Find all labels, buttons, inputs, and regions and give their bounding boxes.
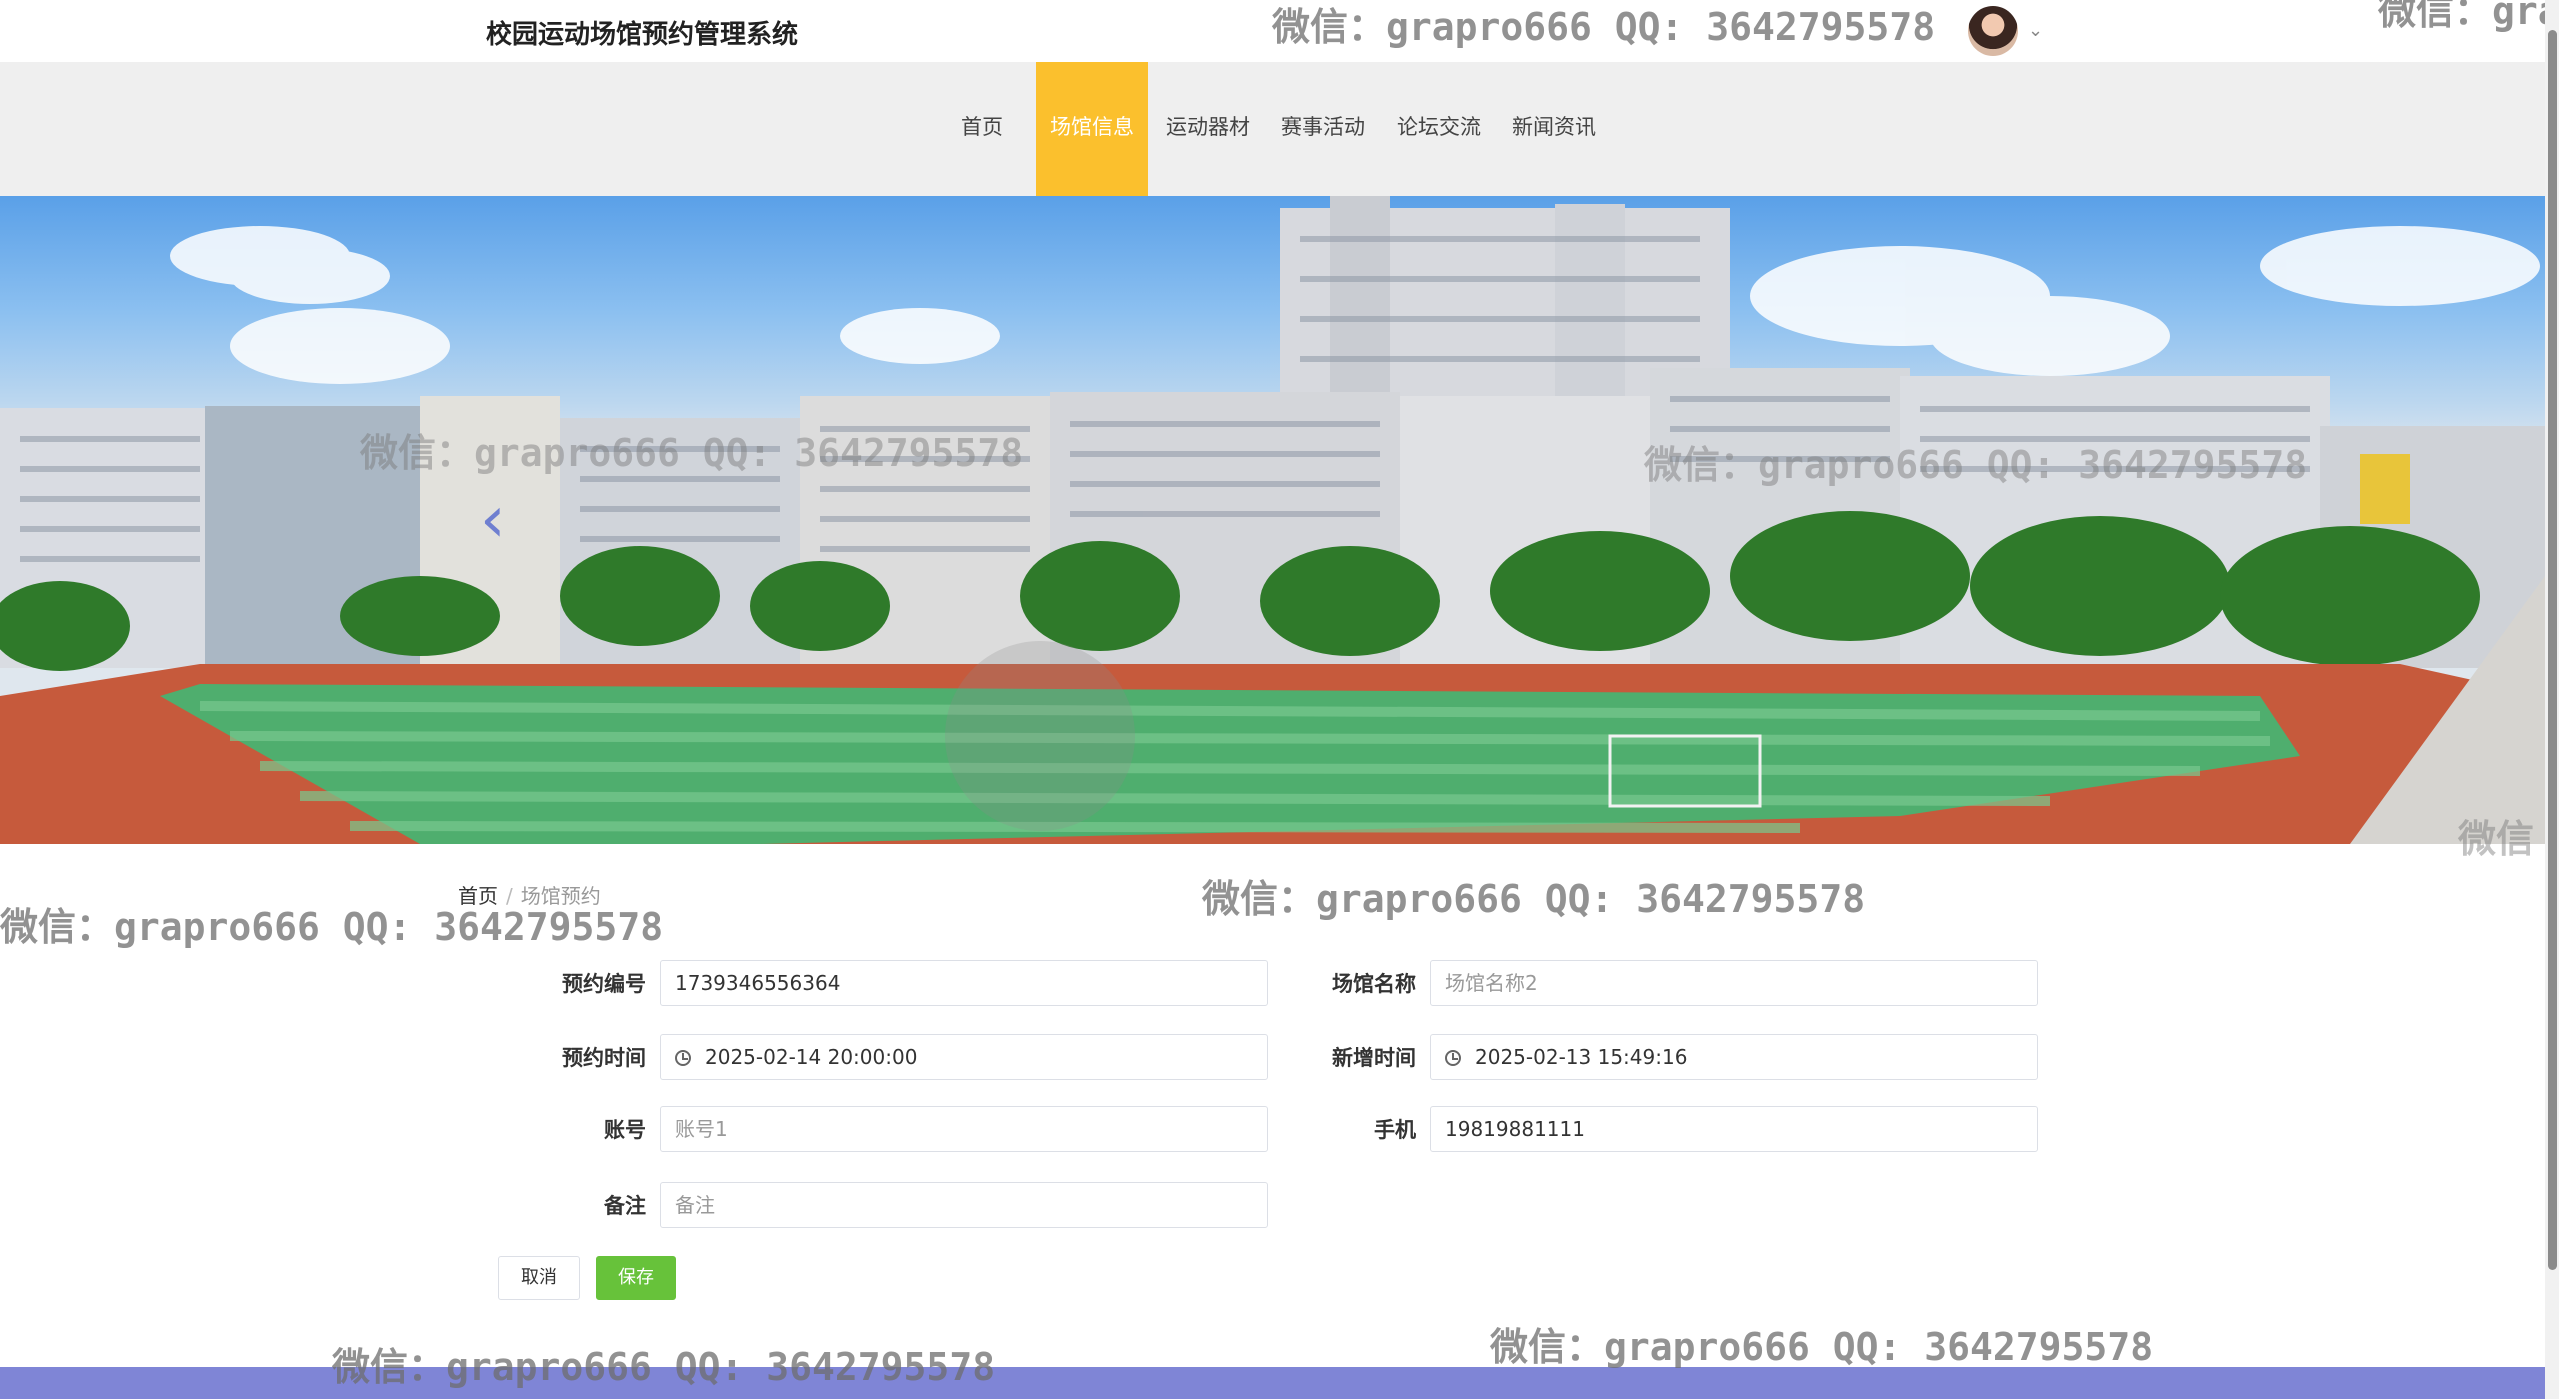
watermark-text-partial: 微信：gra [2378, 0, 2559, 33]
carousel-prev-icon[interactable]: ‹ [480, 488, 506, 552]
watermark-text: 微信：grapro666 QQ: 3642795578 [1202, 877, 1866, 921]
clock-icon [1445, 1050, 1461, 1066]
user-avatar[interactable] [1968, 6, 2018, 56]
watermark-text: 微信：grapro666 QQ: 3642795578 [360, 431, 1024, 475]
banner-image [0, 196, 2545, 844]
scrollbar-thumb[interactable] [2548, 30, 2557, 1270]
site-title: 校园运动场馆预约管理系统 [486, 20, 799, 50]
clock-icon [675, 1050, 691, 1066]
watermark-text: 微信：grapro666 QQ: 3642795578 [1490, 1325, 2154, 1369]
remark-label: 备注 [604, 1194, 646, 1218]
nav-item-events[interactable]: 赛事活动 [1275, 62, 1371, 196]
remark-field[interactable]: 备注 [660, 1182, 1268, 1228]
watermark-text: 微信：grapro666 QQ: 3642795578 [332, 1345, 996, 1389]
account-label: 账号 [604, 1118, 646, 1142]
reservation-no-label: 预约编号 [562, 972, 646, 996]
venue-name-field[interactable]: 场馆名称2 [1430, 960, 2038, 1006]
nav-item-home[interactable]: 首页 [952, 62, 1012, 196]
account-field[interactable]: 账号1 [660, 1106, 1268, 1152]
created-time-field[interactable]: 2025-02-13 15:49:16 [1430, 1034, 2038, 1080]
reservation-no-field[interactable]: 1739346556364 [660, 960, 1268, 1006]
chevron-down-icon[interactable]: ⌄ [2028, 20, 2043, 41]
reservation-time-label: 预约时间 [562, 1046, 646, 1070]
save-button[interactable]: 保存 [596, 1256, 676, 1300]
phone-field[interactable]: 19819881111 [1430, 1106, 2038, 1152]
main-nav: 首页 场馆信息 运动器材 赛事活动 论坛交流 新闻资讯 [0, 62, 2545, 196]
nav-item-venues[interactable]: 场馆信息 [1036, 62, 1148, 196]
watermark-text: 微信：grapro666 QQ: 3642795578 [1644, 443, 2308, 487]
watermark-text: 微信：grapro666 QQ: 3642795578 [0, 905, 664, 949]
watermark-text: 微信：grapro666 QQ: 3642795578 [1272, 5, 1936, 49]
created-time-value: 2025-02-13 15:49:16 [1475, 1045, 1688, 1069]
nav-item-equipment[interactable]: 运动器材 [1160, 62, 1256, 196]
phone-label: 手机 [1374, 1118, 1416, 1142]
watermark-text-small: 微信 [2458, 817, 2535, 861]
reservation-time-field[interactable]: 2025-02-14 20:00:00 [660, 1034, 1268, 1080]
reservation-time-value: 2025-02-14 20:00:00 [705, 1045, 918, 1069]
nav-item-forum[interactable]: 论坛交流 [1391, 62, 1487, 196]
venue-name-label: 场馆名称 [1332, 972, 1416, 996]
nav-item-news[interactable]: 新闻资讯 [1506, 62, 1602, 196]
created-time-label: 新增时间 [1332, 1046, 1416, 1070]
cancel-button[interactable]: 取消 [498, 1256, 580, 1300]
banner-carousel[interactable]: ‹ [0, 196, 2545, 844]
